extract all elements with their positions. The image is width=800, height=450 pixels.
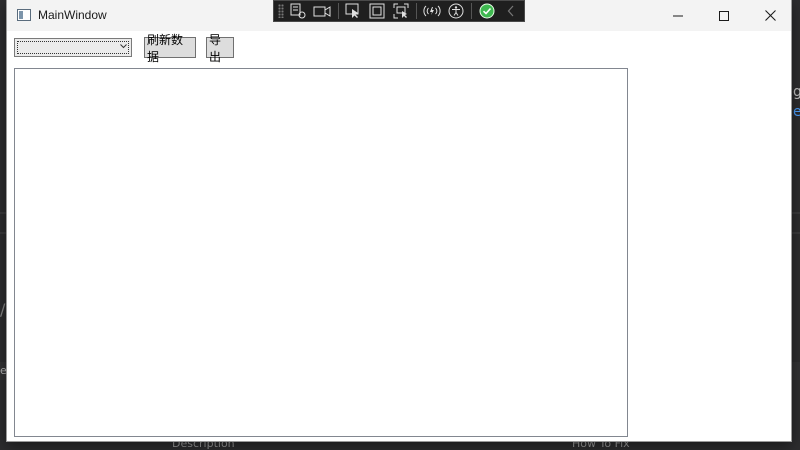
main-window: MainWindow 刷新数据 导出 bbox=[6, 0, 792, 442]
bg-code-fragment: g bbox=[793, 84, 800, 100]
live-visual-tree-icon bbox=[290, 3, 306, 19]
minimize-icon bbox=[673, 15, 683, 16]
select-element-icon bbox=[345, 3, 359, 18]
toolbar-separator bbox=[337, 3, 339, 19]
toolbar-separator bbox=[471, 3, 473, 19]
toolbar-separator bbox=[416, 3, 418, 19]
app-window-icon bbox=[17, 9, 31, 21]
accessibility-icon bbox=[448, 3, 464, 19]
bg-code-fragment: / bbox=[0, 300, 6, 319]
debug-toolbar bbox=[273, 0, 525, 22]
track-focus-icon bbox=[393, 3, 409, 19]
data-source-combobox[interactable] bbox=[14, 38, 132, 57]
close-icon bbox=[764, 10, 776, 21]
grip-handle[interactable] bbox=[278, 4, 284, 18]
focus-rectangle bbox=[17, 41, 129, 54]
display-adorners-button[interactable] bbox=[366, 2, 387, 20]
live-visual-tree-button[interactable] bbox=[288, 2, 309, 20]
check-status-icon bbox=[479, 3, 495, 19]
desktop: g e / es Description How To Fix MainWind… bbox=[0, 0, 800, 450]
record-button[interactable] bbox=[312, 2, 333, 20]
hot-reload-button[interactable] bbox=[421, 2, 442, 20]
track-focus-button[interactable] bbox=[390, 2, 411, 20]
maximize-icon bbox=[719, 10, 729, 21]
bg-code-fragment: e bbox=[793, 104, 800, 120]
display-adorners-icon bbox=[369, 3, 385, 19]
collapse-toolbar-button[interactable] bbox=[500, 2, 521, 20]
collapse-icon bbox=[507, 5, 513, 17]
data-list[interactable] bbox=[14, 68, 628, 437]
export-button[interactable]: 导出 bbox=[206, 33, 234, 64]
maximize-button[interactable] bbox=[701, 0, 747, 31]
window-title: MainWindow bbox=[38, 8, 107, 22]
close-button[interactable] bbox=[747, 0, 793, 31]
chevron-down-icon bbox=[120, 44, 127, 49]
check-status-button[interactable] bbox=[476, 2, 497, 20]
hot-reload-icon bbox=[423, 5, 441, 17]
minimize-button[interactable] bbox=[655, 0, 701, 31]
record-icon bbox=[313, 6, 331, 17]
refresh-data-button[interactable]: 刷新数据 bbox=[144, 33, 196, 64]
accessibility-button[interactable] bbox=[445, 2, 466, 20]
select-element-button[interactable] bbox=[343, 2, 364, 20]
